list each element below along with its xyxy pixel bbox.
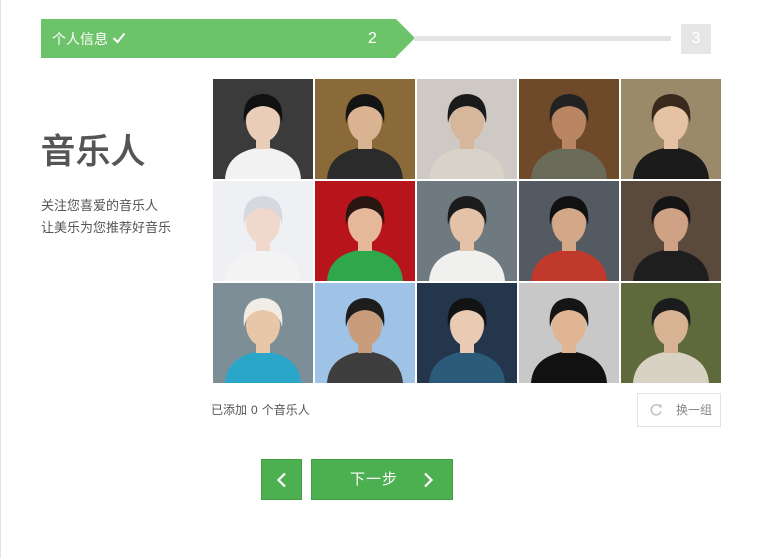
progress-step-3: 3 bbox=[681, 24, 711, 54]
page-border bbox=[0, 0, 1, 558]
musician-tile[interactable] bbox=[519, 283, 619, 383]
checkmark-icon bbox=[112, 32, 126, 44]
musician-photo bbox=[621, 283, 721, 383]
description-line-2: 让美乐为您推荐好音乐 bbox=[41, 220, 172, 235]
musician-photo bbox=[519, 283, 619, 383]
added-suffix: 个音乐人 bbox=[261, 403, 310, 417]
musician-tile[interactable] bbox=[213, 79, 313, 179]
refresh-button[interactable]: 换一组 bbox=[637, 393, 721, 427]
musician-tile[interactable] bbox=[315, 283, 415, 383]
musician-tile[interactable] bbox=[417, 79, 517, 179]
progress-step-2-number: 2 bbox=[368, 30, 377, 47]
description-line-1: 关注您喜爱的音乐人 bbox=[41, 198, 159, 213]
musician-tile[interactable] bbox=[519, 79, 619, 179]
musician-photo bbox=[519, 181, 619, 281]
musician-tile[interactable] bbox=[213, 283, 313, 383]
musician-grid bbox=[213, 79, 721, 383]
added-count: 0 bbox=[251, 403, 258, 417]
musician-tile[interactable] bbox=[315, 181, 415, 281]
next-step-label: 下一步 bbox=[350, 471, 399, 488]
musician-tile[interactable] bbox=[621, 283, 721, 383]
musician-photo bbox=[417, 283, 517, 383]
musician-photo bbox=[213, 283, 313, 383]
chevron-right-icon bbox=[424, 472, 434, 488]
next-step-button[interactable]: 下一步 bbox=[311, 459, 453, 500]
musician-photo bbox=[315, 181, 415, 281]
musician-tile[interactable] bbox=[315, 79, 415, 179]
musician-photo bbox=[213, 79, 313, 179]
previous-button[interactable] bbox=[261, 459, 302, 500]
musician-photo bbox=[417, 79, 517, 179]
progress-step-1-label: 个人信息 bbox=[52, 31, 108, 47]
musician-tile[interactable] bbox=[621, 79, 721, 179]
musician-photo bbox=[315, 283, 415, 383]
musician-photo bbox=[621, 79, 721, 179]
page-description: 关注您喜爱的音乐人 让美乐为您推荐好音乐 bbox=[41, 195, 171, 239]
progress-step-1-arrow bbox=[396, 19, 415, 57]
musician-tile[interactable] bbox=[417, 181, 517, 281]
page-title: 音乐人 bbox=[41, 133, 146, 171]
musician-photo bbox=[417, 181, 517, 281]
musician-photo bbox=[213, 181, 313, 281]
musician-tile[interactable] bbox=[519, 181, 619, 281]
musician-photo bbox=[621, 181, 721, 281]
musician-tile[interactable] bbox=[621, 181, 721, 281]
progress-track bbox=[414, 36, 671, 41]
musician-tile[interactable] bbox=[417, 283, 517, 383]
refresh-label: 换一组 bbox=[676, 403, 713, 417]
refresh-icon bbox=[650, 403, 662, 416]
added-prefix: 已添加 bbox=[211, 403, 248, 417]
added-count-text: 已添加 0 个音乐人 bbox=[211, 402, 310, 418]
musician-photo bbox=[315, 79, 415, 179]
chevron-left-icon bbox=[276, 472, 286, 488]
musician-tile[interactable] bbox=[213, 181, 313, 281]
musician-photo bbox=[519, 79, 619, 179]
